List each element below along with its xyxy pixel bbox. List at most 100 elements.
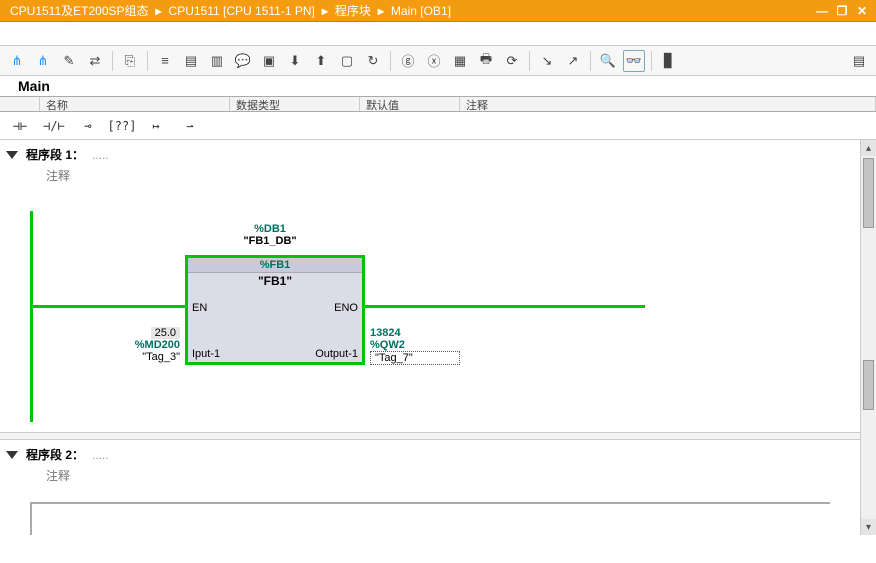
output-value: 13824 — [370, 327, 480, 339]
port-input-1[interactable]: Iput-1 — [192, 348, 220, 360]
network-dots: ..... — [92, 448, 109, 462]
network-editor: 程序段 1： ..... 注释 %DB1 "FB1_DB" %FB1 "FB1"… — [0, 140, 876, 535]
wire — [32, 502, 830, 504]
separator — [147, 51, 148, 71]
scroll-down-icon[interactable]: ▾ — [861, 519, 876, 535]
fb-block[interactable]: %FB1 "FB1" EN ENO Iput-1 Output-1 — [185, 255, 365, 365]
network-header[interactable]: 程序段 1： ..... — [0, 144, 860, 165]
goto-icon[interactable]: ⓖ — [397, 50, 419, 72]
sub-separator — [0, 22, 876, 46]
network-comment[interactable]: 注释 — [0, 465, 860, 486]
panel-icon[interactable]: ▤ — [848, 50, 870, 72]
output-symbol: %QW2 — [370, 339, 480, 351]
new-network-icon[interactable]: ⋔ — [6, 50, 28, 72]
separator — [390, 51, 391, 71]
network-2-diagram[interactable] — [30, 492, 830, 535]
network-1-diagram[interactable]: %DB1 "FB1_DB" %FB1 "FB1" EN ENO Iput-1 O… — [30, 192, 830, 422]
breadcrumb[interactable]: 程序块 — [331, 2, 375, 19]
input-name: "Tag_3" — [100, 351, 180, 363]
minimize-button[interactable]: — — [814, 3, 830, 19]
restore-button[interactable]: ❐ — [834, 3, 850, 19]
col-comment[interactable]: 注释 — [460, 97, 876, 111]
separator — [651, 51, 652, 71]
input-operand[interactable]: 25.0 %MD200 "Tag_3" — [100, 327, 180, 363]
glasses-icon[interactable]: 👓 — [623, 50, 645, 72]
wire — [365, 305, 645, 308]
col-datatype[interactable]: 数据类型 — [230, 97, 360, 111]
print-icon[interactable]: 🖶 — [475, 50, 497, 72]
network-dots: ..... — [92, 148, 109, 162]
tag-icon[interactable]: ↗ — [562, 50, 584, 72]
scroll-up-icon[interactable]: ▴ — [861, 140, 876, 156]
vertical-scrollbar[interactable]: ▴ ▾ — [860, 140, 876, 535]
op-box[interactable]: [??] — [108, 115, 136, 137]
monitor-icon[interactable]: ▢ — [336, 50, 358, 72]
scroll-thumb[interactable] — [863, 360, 874, 410]
input-value: 25.0 — [151, 327, 180, 339]
breadcrumb[interactable]: CPU1511 [CPU 1511-1 PN] — [165, 4, 319, 18]
filter-icon[interactable]: ▦ — [449, 50, 471, 72]
collapse-arrow-icon[interactable] — [6, 151, 18, 159]
port-en: EN — [192, 302, 207, 314]
col-blank — [0, 97, 40, 111]
separator — [590, 51, 591, 71]
loop-icon[interactable]: ↻ — [362, 50, 384, 72]
breadcrumb-sep-icon: ▸ — [375, 4, 387, 18]
card-icon[interactable]: ▥ — [206, 50, 228, 72]
op-branch-close[interactable]: ⇀ — [176, 115, 204, 137]
tool-icon[interactable]: ✎ — [58, 50, 80, 72]
power-rail — [30, 502, 32, 535]
breadcrumb-sep-icon: ▸ — [153, 4, 165, 18]
title-bar: CPU1511及ET200SP组态 ▸ CPU1511 [CPU 1511-1 … — [0, 0, 876, 22]
fb-name: "FB1" — [188, 273, 362, 289]
bookmark-icon[interactable]: ▣ — [258, 50, 280, 72]
tool-icon[interactable]: ⎘ — [119, 50, 141, 72]
power-rail — [30, 211, 33, 422]
search-icon[interactable]: 🔍 — [597, 50, 619, 72]
network-separator[interactable] — [0, 432, 860, 440]
upload-icon[interactable]: ⬆ — [310, 50, 332, 72]
network-comment[interactable]: 注释 — [0, 165, 860, 186]
output-operand[interactable]: 13824 %QW2 "Tag_7" — [370, 327, 480, 365]
db-name: "FB1_DB" — [210, 235, 330, 247]
fb-symbol: %FB1 — [188, 258, 362, 273]
download-icon[interactable]: ⬇ — [284, 50, 306, 72]
port-output-1[interactable]: Output-1 — [315, 348, 358, 360]
cancel-icon[interactable]: ⓧ — [423, 50, 445, 72]
ladder-palette: ⊣⊢ ⊣/⊢ ⊸ [??] ↦ ⇀ — [0, 112, 876, 140]
breadcrumb-sep-icon: ▸ — [319, 4, 331, 18]
network-title: 程序段 1： — [26, 146, 84, 163]
compile-icon[interactable]: ▊ — [658, 50, 680, 72]
sync-icon[interactable]: ⟳ — [501, 50, 523, 72]
scroll-thumb[interactable] — [863, 158, 874, 228]
tag-icon[interactable]: ↘ — [536, 50, 558, 72]
close-button[interactable]: ✕ — [854, 3, 870, 19]
block-name-label: Main — [0, 76, 876, 96]
collapse-arrow-icon[interactable] — [6, 451, 18, 459]
output-name[interactable]: "Tag_7" — [370, 351, 460, 365]
db-label[interactable]: %DB1 "FB1_DB" — [210, 223, 330, 247]
op-contact-nc[interactable]: ⊣/⊢ — [40, 115, 68, 137]
separator — [529, 51, 530, 71]
comment-icon[interactable]: 💬 — [232, 50, 254, 72]
main-toolbar: ⋔ ⋔ ✎ ⇄ ⎘ ≡ ▤ ▥ 💬 ▣ ⬇ ⬆ ▢ ↻ ⓖ ⓧ ▦ 🖶 ⟳ ↘ … — [0, 46, 876, 76]
new-network-alt-icon[interactable]: ⋔ — [32, 50, 54, 72]
breadcrumb[interactable]: CPU1511及ET200SP组态 — [6, 2, 153, 19]
op-contact-no[interactable]: ⊣⊢ — [6, 115, 34, 137]
list-icon[interactable]: ≡ — [154, 50, 176, 72]
op-coil[interactable]: ⊸ — [74, 115, 102, 137]
card-icon[interactable]: ▤ — [180, 50, 202, 72]
col-default[interactable]: 默认值 — [360, 97, 460, 111]
tool-icon[interactable]: ⇄ — [84, 50, 106, 72]
input-symbol: %MD200 — [100, 339, 180, 351]
network-title: 程序段 2： — [26, 446, 84, 463]
op-branch-open[interactable]: ↦ — [142, 115, 170, 137]
wire — [32, 305, 185, 308]
interface-column-header: 名称 数据类型 默认值 注释 — [0, 96, 876, 112]
db-symbol: %DB1 — [210, 223, 330, 235]
col-name[interactable]: 名称 — [40, 97, 230, 111]
network-header[interactable]: 程序段 2： ..... — [0, 444, 860, 465]
port-eno: ENO — [334, 302, 358, 314]
separator — [112, 51, 113, 71]
breadcrumb[interactable]: Main [OB1] — [387, 4, 455, 18]
